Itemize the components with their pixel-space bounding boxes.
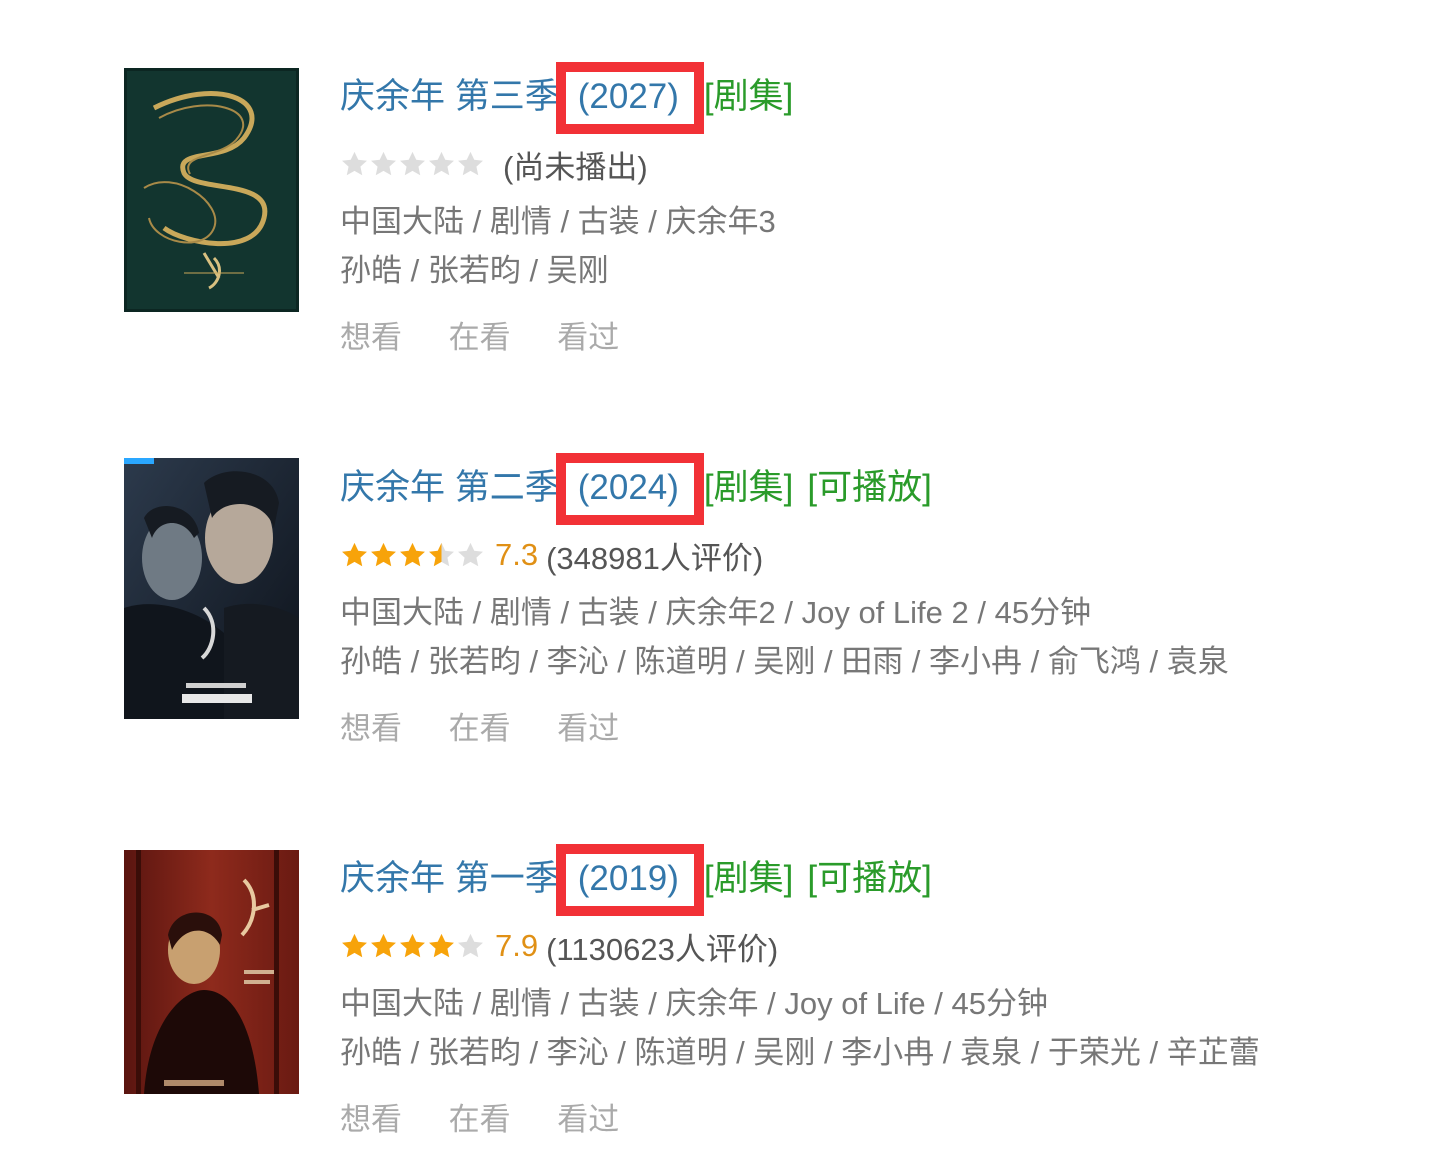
poster-image[interactable] xyxy=(124,68,299,312)
star-icon xyxy=(429,542,454,566)
star-icon xyxy=(371,542,396,566)
star-icon xyxy=(400,151,425,175)
title-link[interactable]: 庆余年 第二季 xyxy=(340,461,560,515)
year-highlight-box: (2024) xyxy=(555,453,704,525)
year-highlight-box: (2019) xyxy=(555,844,704,916)
rating-row: (尚未播出) xyxy=(340,144,1409,185)
meta-info: 中国大陆 / 剧情 / 古装 / 庆余年2 / Joy of Life 2 / … xyxy=(340,588,1409,686)
star-rating xyxy=(340,541,485,570)
star-icon xyxy=(342,151,367,175)
result-item: 庆余年 第三季 (2027) [剧集] (尚未播出) 中国大陆 / 剧情 / 古… xyxy=(0,0,1439,360)
star-rating xyxy=(340,932,485,961)
search-result-list: 庆余年 第三季 (2027) [剧集] (尚未播出) 中国大陆 / 剧情 / 古… xyxy=(0,0,1439,1159)
star-icon xyxy=(429,933,454,957)
playable-tag[interactable]: [可播放] xyxy=(807,461,931,515)
cast-line: 孙皓 / 张若昀 / 李沁 / 陈道明 / 吴刚 / 田雨 / 李小冉 / 俞飞… xyxy=(340,644,1229,679)
meta-line: 中国大陆 / 剧情 / 古装 / 庆余年2 / Joy of Life 2 / … xyxy=(340,595,1092,630)
star-icon xyxy=(342,933,367,957)
action-links: 想看 在看 看过 xyxy=(340,703,1409,748)
type-tag: [剧集] xyxy=(703,468,794,507)
cast-line: 孙皓 / 张若昀 / 吴刚 xyxy=(340,253,609,288)
star-icon xyxy=(371,933,396,957)
rating-score: 7.3 xyxy=(495,537,539,572)
meta-info: 中国大陆 / 剧情 / 古装 / 庆余年3 孙皓 / 张若昀 / 吴刚 xyxy=(340,197,1409,295)
poster-season-2-art xyxy=(124,458,299,719)
meta-line: 中国大陆 / 剧情 / 古装 / 庆余年 / Joy of Life / 45分… xyxy=(340,986,1048,1021)
star-icon xyxy=(400,933,425,957)
title-link[interactable]: 庆余年 第一季 xyxy=(340,852,560,906)
poster-season-3-art xyxy=(124,68,299,312)
poster-season-1-art xyxy=(124,850,299,1094)
star-icon xyxy=(458,542,483,566)
type-tag: [剧集] xyxy=(703,77,794,116)
poster-image[interactable] xyxy=(124,458,299,719)
type-tag: [剧集] xyxy=(703,859,794,898)
action-links: 想看 在看 看过 xyxy=(340,312,1409,357)
result-info: 庆余年 第三季 (2027) [剧集] (尚未播出) 中国大陆 / 剧情 / 古… xyxy=(340,62,1409,357)
watched-link[interactable]: 看过 xyxy=(557,711,619,746)
watched-link[interactable]: 看过 xyxy=(557,1102,619,1137)
want-to-watch-link[interactable]: 想看 xyxy=(340,711,402,746)
title-row: 庆余年 第二季 (2024) [剧集] [可播放] xyxy=(340,453,1409,525)
result-item: 庆余年 第二季 (2024) [剧集] [可播放] 7.3 (348981人评价… xyxy=(0,391,1439,751)
title-row: 庆余年 第一季 (2019) [剧集] [可播放] xyxy=(340,844,1409,916)
playable-tag[interactable]: [可播放] xyxy=(807,852,931,906)
rating-count: (348981人评价) xyxy=(546,540,764,576)
cast-line: 孙皓 / 张若昀 / 李沁 / 陈道明 / 吴刚 / 李小冉 / 袁泉 / 于荣… xyxy=(340,1035,1260,1070)
star-icon xyxy=(458,933,483,957)
year-highlight-box: (2027) xyxy=(555,62,704,134)
result-item: 庆余年 第一季 (2019) [剧集] [可播放] 7.9 (1130623人评… xyxy=(0,782,1439,1142)
result-info: 庆余年 第二季 (2024) [剧集] [可播放] 7.3 (348981人评价… xyxy=(340,453,1409,748)
action-links: 想看 在看 看过 xyxy=(340,1094,1409,1139)
star-icon xyxy=(342,542,367,566)
watched-link[interactable]: 看过 xyxy=(557,320,619,355)
rating-row: 7.9 (1130623人评价) xyxy=(340,926,1409,967)
star-icon xyxy=(458,151,483,175)
poster-image[interactable] xyxy=(124,850,299,1094)
watching-link[interactable]: 在看 xyxy=(449,711,511,746)
meta-line: 中国大陆 / 剧情 / 古装 / 庆余年3 xyxy=(340,204,776,239)
want-to-watch-link[interactable]: 想看 xyxy=(340,320,402,355)
rating-count: (尚未播出) xyxy=(503,149,648,185)
watching-link[interactable]: 在看 xyxy=(449,1102,511,1137)
star-icon xyxy=(429,151,454,175)
rating-count: (1130623人评价) xyxy=(546,931,779,967)
meta-info: 中国大陆 / 剧情 / 古装 / 庆余年 / Joy of Life / 45分… xyxy=(340,979,1409,1077)
star-icon xyxy=(400,542,425,566)
star-rating xyxy=(340,150,485,179)
result-info: 庆余年 第一季 (2019) [剧集] [可播放] 7.9 (1130623人评… xyxy=(340,844,1409,1139)
watching-link[interactable]: 在看 xyxy=(449,320,511,355)
rating-score: 7.9 xyxy=(495,928,539,963)
rating-row: 7.3 (348981人评价) xyxy=(340,535,1409,576)
title-link[interactable]: 庆余年 第三季 xyxy=(340,70,560,124)
star-icon xyxy=(371,151,396,175)
title-row: 庆余年 第三季 (2027) [剧集] xyxy=(340,62,1409,134)
want-to-watch-link[interactable]: 想看 xyxy=(340,1102,402,1137)
